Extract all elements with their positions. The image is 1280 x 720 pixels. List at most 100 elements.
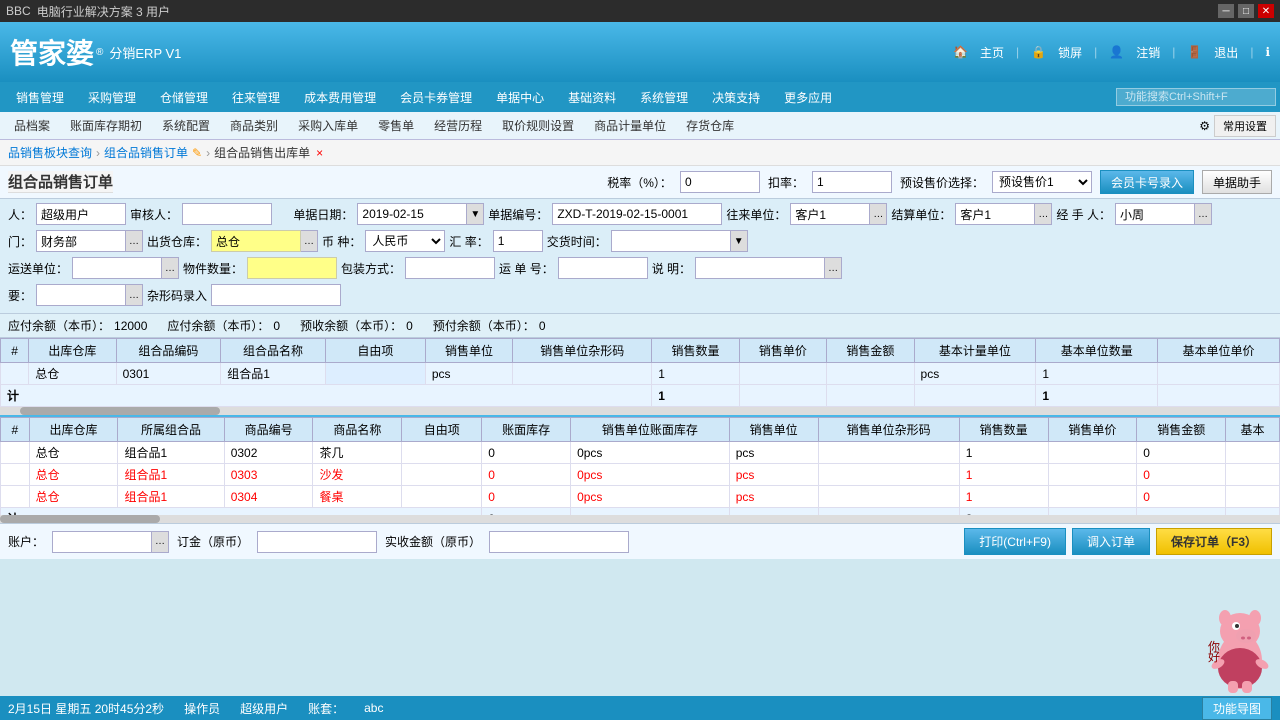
remark-input[interactable] [695, 257, 825, 279]
td-warehouse[interactable]: 总仓 [29, 363, 116, 385]
packing-input[interactable] [405, 257, 495, 279]
price-select-dropdown[interactable]: 预设售价1 [992, 171, 1092, 193]
account-search-button[interactable]: … [152, 531, 169, 553]
nav-more[interactable]: 更多应用 [772, 85, 844, 110]
sub-nav-config[interactable]: 系统配置 [152, 113, 220, 138]
docnum-input[interactable] [552, 203, 722, 225]
td-base-qty[interactable]: 1 [1036, 363, 1158, 385]
warehouse-search-button[interactable]: … [301, 230, 318, 252]
remark-search-button[interactable]: … [825, 257, 842, 279]
nav-system[interactable]: 系统管理 [628, 85, 700, 110]
currency-select[interactable]: 人民币 [365, 230, 445, 252]
nav-sales[interactable]: 销售管理 [4, 85, 76, 110]
breadcrumb-close-icon[interactable]: × [316, 146, 323, 160]
nav-warehouse[interactable]: 仓储管理 [148, 85, 220, 110]
function-search-input[interactable] [1116, 88, 1276, 106]
breadcrumb: 品销售板块查询 › 组合品销售订单 ✎ › 组合品销售出库单 × [0, 140, 1280, 166]
sub-table-container: # 出库仓库 所属组合品 商品编号 商品名称 自由项 账面库存 销售单位账面库存… [0, 415, 1280, 515]
sub-th-warehouse: 出库仓库 [29, 418, 118, 442]
settings-button[interactable]: 常用设置 [1214, 115, 1276, 137]
assist-button[interactable]: 单据助手 [1202, 170, 1272, 194]
settlement-search-button[interactable]: … [1035, 203, 1052, 225]
nav-member[interactable]: 会员卡券管理 [388, 85, 484, 110]
member-card-button[interactable]: 会员卡号录入 [1100, 170, 1194, 194]
close-button[interactable]: ✕ [1258, 4, 1274, 18]
td-base-price[interactable] [1158, 363, 1280, 385]
dept-input[interactable] [36, 230, 126, 252]
person-input[interactable] [36, 203, 126, 225]
handler-search-button[interactable]: … [1195, 203, 1212, 225]
minimize-button[interactable]: ─ [1218, 4, 1234, 18]
print-button[interactable]: 打印(Ctrl+F9) [964, 528, 1066, 555]
dept-search-button[interactable]: … [126, 230, 143, 252]
warehouse-input[interactable] [211, 230, 301, 252]
sub-nav-purchase-in[interactable]: 采购入库单 [288, 113, 368, 138]
td-combo-code[interactable]: 0301 [116, 363, 221, 385]
table-row: 总仓 0301 组合品1 pcs 1 pcs 1 [1, 363, 1280, 385]
delivery-search-button[interactable]: … [162, 257, 179, 279]
to-unit-search-button[interactable]: … [870, 203, 887, 225]
require-search-button[interactable]: … [126, 284, 143, 306]
require-input[interactable] [36, 284, 126, 306]
restore-button[interactable]: □ [1238, 4, 1254, 18]
sub-nav-category[interactable]: 商品类别 [220, 113, 288, 138]
home-link[interactable]: 主页 [980, 44, 1004, 61]
barcode-input[interactable] [211, 284, 341, 306]
nav-purchase[interactable]: 采购管理 [76, 85, 148, 110]
approver-input[interactable] [182, 203, 272, 225]
breadcrumb-combo-out: 组合品销售出库单 [214, 144, 310, 161]
delivery-input[interactable] [72, 257, 162, 279]
ship-no-input[interactable] [558, 257, 648, 279]
to-unit-input[interactable] [790, 203, 870, 225]
sub-nav-retail[interactable]: 零售单 [368, 113, 424, 138]
breadcrumb-sales-query[interactable]: 品销售板块查询 [8, 144, 92, 161]
td-free-item[interactable] [325, 363, 425, 385]
main-table-scrollbar[interactable] [0, 407, 1280, 415]
sub-nav-uom[interactable]: 商品计量单位 [584, 113, 676, 138]
sub-nav-price-rules[interactable]: 取价规则设置 [492, 113, 584, 138]
td-sales-price[interactable] [739, 363, 826, 385]
lock-link[interactable]: 锁屏 [1058, 44, 1082, 61]
nav-cost[interactable]: 成本费用管理 [292, 85, 388, 110]
order-amount-input[interactable] [257, 531, 377, 553]
td-sales-barcode[interactable] [513, 363, 652, 385]
td-combo-name[interactable]: 组合品1 [221, 363, 326, 385]
date-input[interactable] [357, 203, 467, 225]
discount-input[interactable] [812, 171, 892, 193]
exchange-input[interactable] [493, 230, 543, 252]
parts-count-input[interactable] [247, 257, 337, 279]
import-button[interactable]: 调入订单 [1072, 528, 1150, 555]
delivery-label: 运送单位： [8, 260, 68, 277]
td-sales-amount[interactable] [827, 363, 914, 385]
date-picker-button[interactable]: ▼ [467, 203, 484, 225]
sub-nav-history[interactable]: 经营历程 [424, 113, 492, 138]
sub-nav-stock-init[interactable]: 账面库存期初 [60, 113, 152, 138]
td-sales-qty[interactable]: 1 [652, 363, 739, 385]
settlement-input[interactable] [955, 203, 1035, 225]
bottom-area: 账户： … 订金（原币） 实收金额（原币） 打印(Ctrl+F9) 调入订单 保… [0, 523, 1280, 559]
exit-link[interactable]: 退出 [1214, 44, 1238, 61]
nav-documents[interactable]: 单据中心 [484, 85, 556, 110]
nav-transactions[interactable]: 往来管理 [220, 85, 292, 110]
breadcrumb-combo-sales[interactable]: 组合品销售订单 [104, 144, 188, 161]
sub-th-free-item: 自由项 [402, 418, 482, 442]
pre-collect-value: 0 [406, 319, 413, 333]
title-bar: BBC 电脑行业解决方案 3 用户 ─ □ ✕ [0, 0, 1280, 22]
actual-amount-input[interactable] [489, 531, 629, 553]
total-sales-price [739, 385, 826, 407]
tax-rate-input[interactable] [680, 171, 760, 193]
th-base-unit: 基本计量单位 [914, 339, 1036, 363]
save-button[interactable]: 保存订单（F3） [1156, 528, 1272, 555]
account-input[interactable] [52, 531, 152, 553]
svg-text:好: 好 [1208, 650, 1220, 664]
function-map-button[interactable]: 功能导图 [1202, 697, 1272, 720]
nav-basic[interactable]: 基础资料 [556, 85, 628, 110]
sub-table-scrollbar[interactable] [0, 515, 1280, 523]
sub-nav-products[interactable]: 品档案 [4, 113, 60, 138]
sub-nav-stock-location[interactable]: 存货仓库 [676, 113, 744, 138]
transaction-time-picker[interactable]: ▼ [731, 230, 748, 252]
transaction-time-input[interactable] [611, 230, 731, 252]
logout-link[interactable]: 注销 [1136, 44, 1160, 61]
handler-input[interactable] [1115, 203, 1195, 225]
nav-decision[interactable]: 决策支持 [700, 85, 772, 110]
